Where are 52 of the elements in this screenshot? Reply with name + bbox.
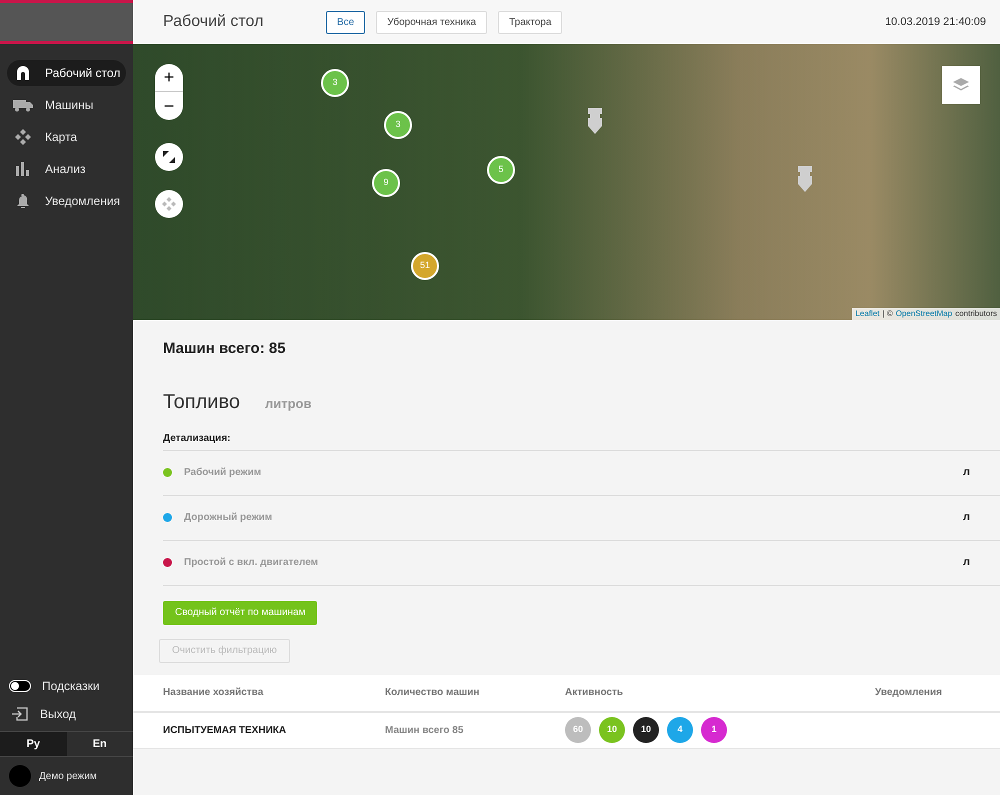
section-title: Топливо: [163, 390, 240, 414]
column-header: Уведомления: [875, 686, 943, 700]
machine-marker-icon[interactable]: [797, 166, 813, 192]
openstreetmap-link[interactable]: OpenStreetMap: [896, 308, 952, 320]
detail-label: Детализация:: [163, 432, 232, 446]
locate-icon: [161, 196, 177, 212]
machines-total: Машин всего: 85: [163, 339, 287, 359]
table-cell-text: Машин всего 85: [385, 724, 464, 738]
fullscreen-icon: [163, 151, 175, 163]
column-header: Количество машин: [385, 686, 480, 700]
fuel-mode-label: Дорожный режим: [184, 511, 274, 525]
attribution-text: contributors: [955, 308, 997, 320]
sidebar-item[interactable]: Рабочий стол: [7, 60, 126, 86]
truck-icon: [13, 98, 33, 112]
sidebar-item[interactable]: Карта: [7, 124, 126, 150]
fuel-value: л: [963, 555, 970, 570]
user-label: Демо режим: [39, 770, 97, 784]
filter-tab[interactable]: Все: [326, 10, 366, 34]
logout-link[interactable]: Выход: [0, 699, 133, 729]
layers-icon: [953, 78, 969, 92]
diamond-arrows-icon: [13, 129, 33, 145]
column-header: Активность: [565, 686, 624, 700]
activity-badge: 4: [667, 717, 693, 743]
fuel-value: л: [963, 465, 970, 480]
filter-tab[interactable]: Трактора: [498, 10, 562, 34]
attribution-text: | ©: [882, 308, 893, 320]
fullscreen-button[interactable]: [155, 143, 183, 171]
logout-icon: [12, 707, 28, 721]
leaflet-link[interactable]: Leaflet: [855, 308, 880, 320]
activity-badge: 10: [633, 717, 659, 743]
column-header: Название хозяйства: [163, 686, 264, 700]
table-cell-text: ИСПЫТУЕМАЯ ТЕХНИКА: [163, 724, 288, 738]
fuel-value: л: [963, 510, 970, 526]
unit-label: литров: [264, 394, 312, 413]
hints-label: Подсказки: [42, 678, 100, 695]
fuel-mode-label: Простой с вкл. двигателем: [184, 556, 320, 570]
sidebar-item[interactable]: Уведомления: [7, 188, 126, 214]
hints-toggle[interactable]: [9, 680, 31, 692]
filter-tab[interactable]: Уборочная техника: [376, 10, 488, 34]
activity-badge: 1: [701, 717, 727, 743]
zoom-in-button[interactable]: +: [155, 64, 183, 92]
sidebar-item[interactable]: Машины: [7, 92, 126, 118]
fuel-mode-label: Рабочий режим: [184, 466, 262, 480]
locate-button[interactable]: [155, 190, 183, 218]
machine-marker-icon[interactable]: [587, 108, 603, 134]
activity-badge: 60: [565, 717, 591, 743]
language-tab[interactable]: Ру: [0, 732, 66, 756]
page-title: Рабочий стол: [163, 12, 264, 32]
activity-badge: 10: [599, 717, 625, 743]
sidebar-item[interactable]: Анализ: [7, 156, 126, 182]
datetime: 10.03.2019 21:40:09: [885, 14, 986, 30]
zoom-out-button[interactable]: −: [155, 92, 183, 120]
